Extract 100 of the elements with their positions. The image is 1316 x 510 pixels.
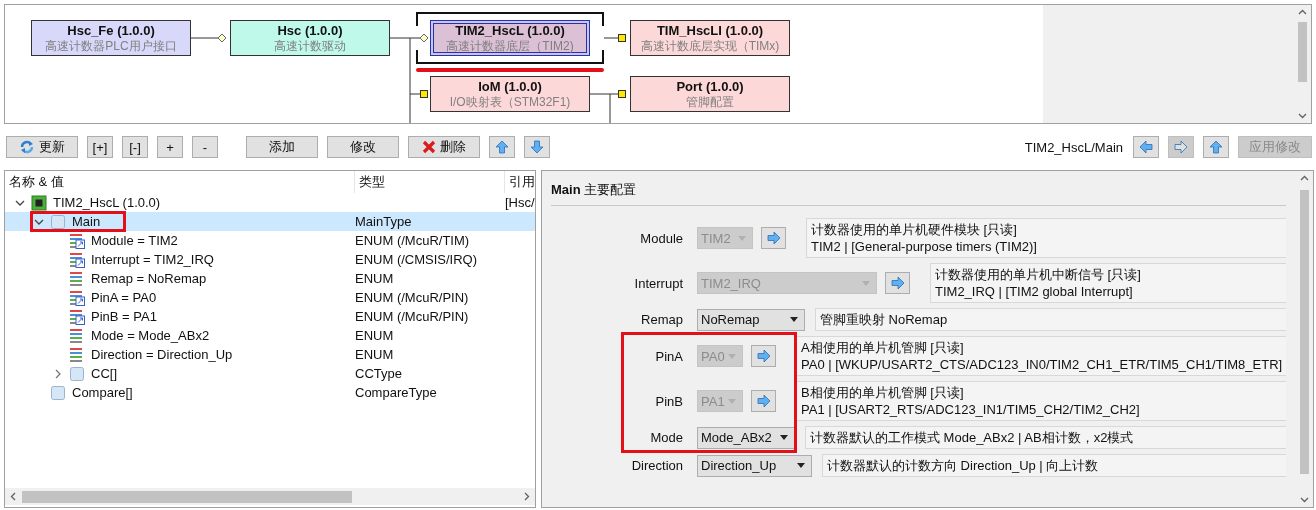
tree-row[interactable]: PinB = PA1 ENUM (/McuR/PIN) [5, 307, 535, 326]
up-button[interactable] [1203, 136, 1229, 158]
delete-button[interactable]: 删除 [408, 136, 480, 158]
node-subtitle: 管脚配置 [686, 94, 734, 110]
caret-icon [797, 463, 805, 468]
scroll-right-icon[interactable] [522, 492, 531, 501]
node-title: Port (1.0.0) [676, 78, 744, 95]
caret-icon [728, 353, 736, 359]
toolbar-button[interactable]: [+] [87, 136, 113, 158]
tree-label: CC[] [91, 366, 117, 381]
tree-row[interactable]: Remap = NoRemap ENUM [5, 269, 535, 288]
tree-row[interactable]: Interrupt = TIM2_IRQ ENUM (/CMSIS/IRQ) [5, 250, 535, 269]
node-subtitle: 高速计数器PLC用户接口 [45, 38, 177, 54]
horizontal-scrollbar[interactable] [5, 488, 535, 505]
tree-row[interactable]: Main MainType [5, 212, 535, 231]
scroll-up-icon[interactable] [1298, 8, 1307, 17]
scroll-down-icon[interactable] [1298, 111, 1307, 120]
node-subtitle: 高速计数器底层（TIM2) [446, 38, 574, 54]
tree-row[interactable]: Compare[] CompareType [5, 383, 535, 402]
back-button[interactable] [1133, 136, 1159, 158]
tree-row[interactable]: Module = TIM2 ENUM (/McuR/TIM) [5, 231, 535, 250]
toolbar-button[interactable]: - [192, 136, 218, 158]
type-text: ENUM [355, 271, 394, 286]
type-text: CompareType [355, 385, 437, 400]
caret-icon [862, 280, 870, 286]
caret-icon [738, 235, 746, 241]
tree-label: Main [72, 214, 101, 229]
module-node[interactable]: TIM_HscLI (1.0.0) 高速计数底层实现（TIMx) [630, 20, 790, 56]
list-icon [69, 270, 85, 287]
connector [603, 34, 626, 42]
chip-icon [31, 194, 47, 211]
dropdown[interactable]: Mode_ABx2 [697, 426, 795, 449]
connector [190, 33, 227, 43]
scroll-thumb[interactable] [22, 490, 352, 503]
tree-label: Compare[] [72, 385, 133, 400]
node-title: TIM2_HscL (1.0.0) [455, 22, 565, 39]
module-node[interactable]: Hsc_Fe (1.0.0) 高速计数器PLC用户接口 [31, 20, 191, 56]
node-title: Hsc_Fe (1.0.0) [67, 22, 155, 39]
caret-icon [790, 317, 798, 322]
toolbar-button[interactable]: 修改 [327, 136, 399, 158]
tree-label: Remap = NoRemap [91, 271, 207, 286]
tree-row[interactable]: PinA = PA0 ENUM (/McuR/PIN) [5, 288, 535, 307]
connector [589, 90, 626, 123]
scroll-left-icon[interactable] [9, 492, 18, 501]
description-text: PA1 | [USART2_RTS/ADC123_IN1/TIM5_CH2/TIM2_CH2] [801, 401, 1141, 418]
list-link-icon [69, 232, 85, 249]
toolbar-button[interactable]: [-] [122, 136, 148, 158]
type-text: ENUM (/McuR/TIM) [355, 233, 470, 248]
description-text: TIM2_IRQ | [TIM2 global Interrupt] [935, 283, 1134, 300]
refresh-button[interactable]: 更新 [6, 136, 78, 158]
move-up-button[interactable] [489, 136, 515, 158]
tree-label: PinA = PA0 [91, 290, 157, 305]
caret-icon [728, 398, 736, 404]
module-node[interactable]: TIM2_HscL (1.0.0) 高速计数器底层（TIM2) [430, 20, 590, 56]
arrow-left-icon [1139, 140, 1153, 154]
scroll-up-icon[interactable] [1300, 174, 1310, 183]
list-icon [69, 327, 85, 344]
description-text: 计数器使用的单片机中断信号 [只读] [935, 266, 1142, 283]
arrow-right-icon [1174, 140, 1188, 154]
module-node[interactable]: IoM (1.0.0) I/O映射表（STM32F1) [430, 76, 590, 112]
vertical-scrollbar[interactable] [1294, 5, 1311, 123]
chevron-right-icon[interactable] [53, 368, 63, 379]
node-subtitle: 高速计数底层实现（TIMx) [640, 38, 780, 54]
module-node[interactable]: Hsc (1.0.0) 高速计数驱动 [230, 20, 390, 56]
field-label: Remap [640, 312, 683, 327]
column-header[interactable]: 类型 [355, 171, 505, 193]
dropdown[interactable]: Direction_Up [697, 454, 812, 477]
tree-row[interactable]: Direction = Direction_Up ENUM [5, 345, 535, 364]
tree-row[interactable]: Mode = Mode_ABx2 ENUM [5, 326, 535, 345]
scroll-down-icon[interactable] [1300, 495, 1310, 504]
column-header[interactable]: 名称 & 值 [5, 171, 355, 193]
toolbar-button[interactable]: 添加 [246, 136, 318, 158]
field-label: PinA [654, 348, 683, 364]
field-label: Mode [649, 430, 683, 445]
column-header[interactable]: 引用 [505, 171, 535, 193]
arrow-down-icon [530, 140, 544, 154]
scroll-thumb[interactable] [1300, 190, 1310, 474]
type-text: ENUM (/McuR/PIN) [355, 290, 469, 305]
node-subtitle: I/O映射表（STM32F1) [449, 94, 571, 110]
toolbar-button[interactable]: + [157, 136, 183, 158]
close-icon [422, 140, 436, 154]
tree-label: TIM2_HscL (1.0.0) [53, 195, 161, 210]
tree-label: Mode = Mode_ABx2 [91, 328, 210, 343]
node-title: Hsc (1.0.0) [277, 22, 343, 39]
description-text: A相使用的单片机管脚 [只读] [801, 339, 965, 356]
scroll-thumb[interactable] [1298, 22, 1307, 82]
move-down-button[interactable] [524, 136, 550, 158]
description-text: PA0 | [WKUP/USART2_CTS/ADC123_IN0/TIM2_CH1_ETR/TIM5_CH1/TIM8_ETR] [801, 356, 1283, 373]
square-icon [50, 384, 66, 401]
dropdown[interactable]: NoRemap [697, 308, 805, 331]
tree-row[interactable]: TIM2_HscL (1.0.0) [Hsc/ [5, 193, 535, 212]
tree-row[interactable]: CC[] CCType [5, 364, 535, 383]
type-text: ENUM [355, 347, 394, 362]
arrow-up-icon [1209, 140, 1223, 154]
list-link-icon [69, 289, 85, 306]
type-text: ENUM [355, 328, 394, 343]
caret-icon [780, 435, 788, 440]
module-node[interactable]: Port (1.0.0) 管脚配置 [630, 76, 790, 112]
square-icon [50, 213, 66, 230]
node-title: TIM_HscLI (1.0.0) [656, 22, 764, 39]
